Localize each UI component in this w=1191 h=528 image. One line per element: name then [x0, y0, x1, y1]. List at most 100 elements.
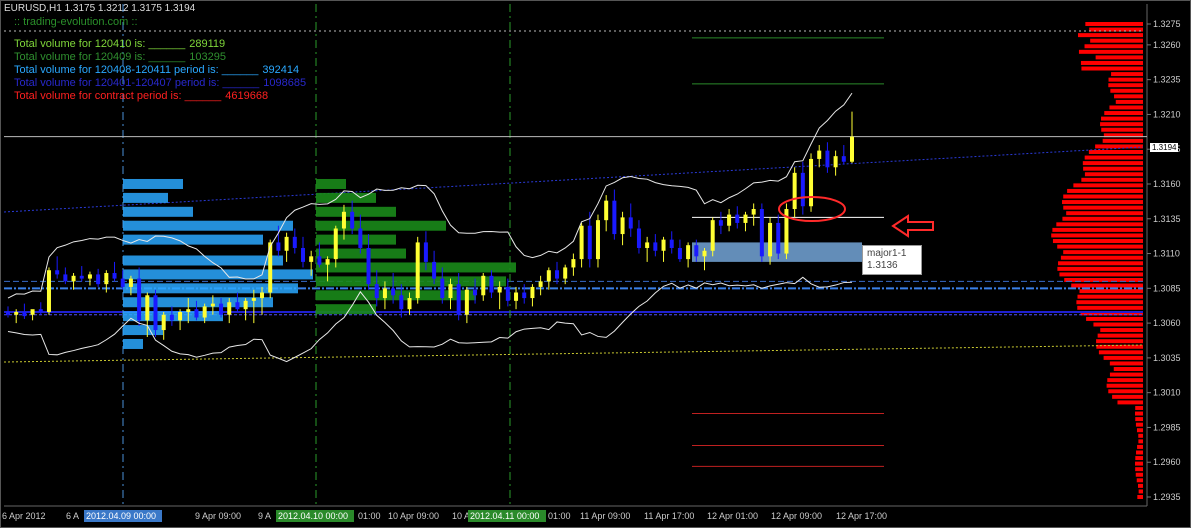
volume-profile-bar [1096, 339, 1143, 344]
candle-body [63, 274, 68, 282]
volume-profile-bar [1084, 155, 1143, 160]
volume-profile-bar [1052, 227, 1143, 232]
volume-profile-bar [1138, 489, 1143, 494]
candle-body [399, 295, 404, 310]
volume-profile-bar [1135, 405, 1143, 410]
candle-body [219, 303, 224, 315]
candle-body [153, 295, 158, 331]
candle-body [669, 239, 674, 248]
session-profile-bar [123, 220, 293, 231]
volume-profile-bar [1067, 188, 1143, 193]
symbol-header: EURUSD,H1 1.3175 1.3212 1.3175 1.3194 [4, 3, 196, 14]
volume-profile-bar [1112, 394, 1143, 399]
candle-body [456, 284, 461, 315]
candle-body [776, 222, 781, 254]
candle-body [366, 247, 371, 285]
volume-profile-bar [1117, 400, 1143, 405]
volume-profile-bar [1135, 411, 1143, 416]
volume-profile-bar [1084, 44, 1143, 49]
candle-body [104, 273, 109, 285]
volume-profile-bar [1135, 461, 1143, 466]
candle-body [309, 256, 314, 262]
candle-body [251, 298, 256, 301]
volume-label: Total volume for 120408-120411 period is… [14, 64, 259, 76]
volume-profile-bar [1138, 433, 1143, 438]
candle-body [481, 275, 486, 296]
volume-profile-bar [1073, 183, 1143, 188]
volume-profile-bar [1100, 122, 1143, 127]
candle-body [202, 306, 207, 318]
candle-body [276, 242, 281, 251]
x-tick-label: 9 A [258, 511, 271, 521]
volume-profile-bar [1102, 138, 1143, 143]
volume-profile-bar [1108, 83, 1143, 88]
volume-profile-bar [1077, 294, 1143, 299]
candle-body [87, 274, 92, 279]
volume-profile-bar [1098, 350, 1143, 355]
volume-profile-bar [1138, 439, 1143, 444]
candle-body [137, 278, 142, 321]
session-profile-bar [316, 304, 376, 315]
volume-profile-bar [1051, 233, 1143, 238]
candle-body [604, 200, 609, 221]
volume-profile-bar [1081, 177, 1143, 182]
volume-profile-bar [1137, 483, 1143, 488]
candle-body [407, 298, 412, 310]
session-profile-bar [123, 206, 193, 217]
session-profile-bar [123, 255, 283, 266]
volume-profile-bar [1106, 383, 1143, 388]
candle-body [128, 278, 133, 287]
x-tick-label: 11 Apr 09:00 [580, 511, 630, 521]
volume-profile-bar [1135, 472, 1143, 477]
candle-body [743, 214, 748, 223]
candle-body [432, 261, 437, 279]
volume-profile-bar [1086, 316, 1143, 321]
candle-body [677, 247, 682, 260]
session-profile-bar [123, 192, 168, 203]
candle-body [809, 158, 814, 207]
volume-line: Total volume for 120410 is: ______ 289119 [14, 38, 225, 50]
volume-profile-bar [1076, 300, 1143, 305]
candle-body [489, 275, 494, 293]
candle-body [423, 242, 428, 262]
y-tick-label: 1.2935 [1153, 492, 1181, 502]
candle-body [546, 270, 551, 282]
session-date-label: 2012.04.11 00:00 [470, 511, 539, 521]
volume-profile-bar [1078, 33, 1143, 38]
volume-label: Total volume for contract period is: ___… [14, 90, 222, 102]
volume-profile-bar [1060, 255, 1143, 260]
session-profile-bar [316, 276, 506, 287]
candle-body [563, 267, 568, 279]
candle-body [194, 309, 199, 318]
volume-profile-bar [1109, 105, 1143, 110]
volume-profile-bar [1063, 250, 1143, 255]
volume-profile-bar [1077, 305, 1143, 310]
candle-body [702, 250, 707, 257]
candle-body [555, 270, 560, 279]
y-tick-label: 1.2960 [1153, 457, 1181, 467]
pointer-arrow [891, 214, 934, 238]
session-date-label: 2012.04.10 00:00 [278, 511, 348, 521]
candle-body [186, 309, 191, 312]
tooltip-name: major1-1 [867, 248, 907, 259]
candle-body [96, 274, 101, 285]
candle-body [497, 286, 502, 293]
volume-profile-bar [1071, 283, 1143, 288]
volume-profile-bar [1063, 194, 1143, 199]
candle-body [55, 270, 60, 275]
volume-profile-bar [1108, 77, 1143, 82]
candle-body [636, 228, 641, 248]
candle-body [14, 311, 19, 315]
candle-body [317, 256, 322, 265]
volume-profile-bar [1059, 272, 1143, 277]
candle-body [374, 284, 379, 299]
volume-profile-bar [1136, 450, 1143, 455]
volume-profile-bar [1062, 200, 1143, 205]
candle-body [325, 259, 330, 265]
volume-value: 1098685 [263, 77, 307, 89]
volume-profile-bar [1107, 378, 1143, 383]
volume-profile-bar [1085, 22, 1143, 26]
volume-profile-bar [1108, 389, 1143, 394]
candle-body [505, 286, 510, 301]
candle-body [22, 311, 27, 317]
